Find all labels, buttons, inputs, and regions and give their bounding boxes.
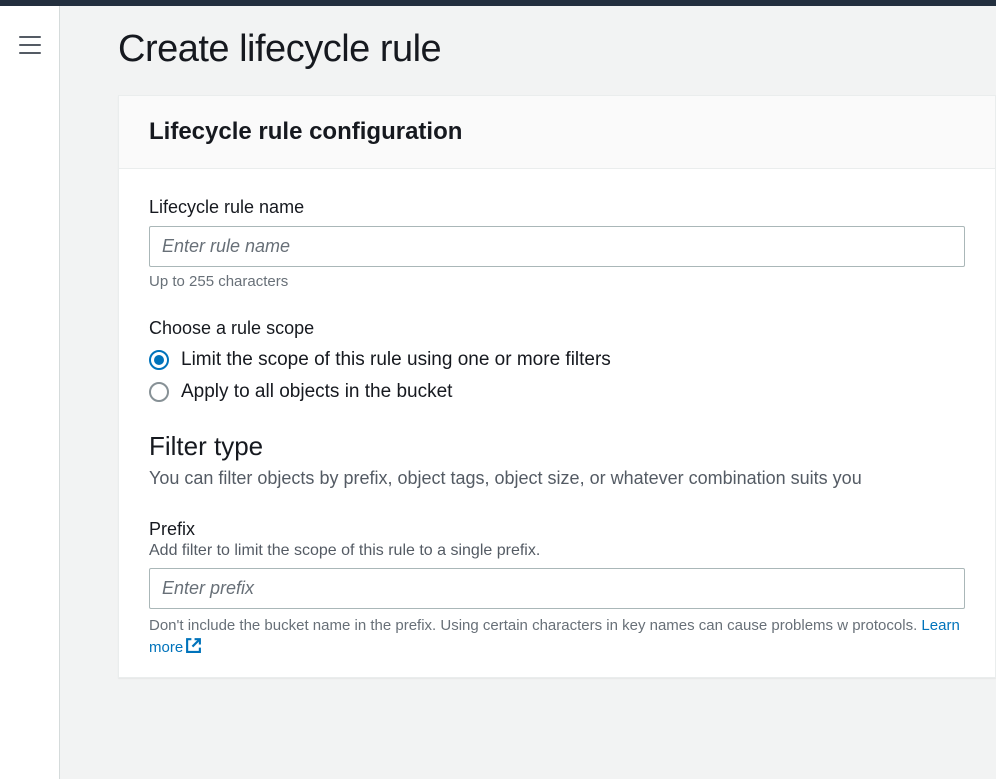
radio-icon[interactable] bbox=[149, 382, 169, 402]
menu-icon[interactable] bbox=[19, 36, 41, 54]
scope-option-label: Limit the scope of this rule using one o… bbox=[181, 349, 611, 371]
page-title: Create lifecycle rule bbox=[118, 28, 996, 71]
prefix-input[interactable] bbox=[149, 568, 965, 609]
scope-label: Choose a rule scope bbox=[149, 318, 965, 339]
prefix-label: Prefix bbox=[149, 519, 965, 540]
filter-type-section: Filter type You can filter objects by pr… bbox=[149, 431, 965, 491]
panel-header: Lifecycle rule configuration bbox=[119, 96, 995, 169]
lifecycle-config-panel: Lifecycle rule configuration Lifecycle r… bbox=[118, 95, 996, 678]
radio-icon[interactable] bbox=[149, 350, 169, 370]
rule-name-label: Lifecycle rule name bbox=[149, 197, 965, 218]
prefix-sublabel: Add filter to limit the scope of this ru… bbox=[149, 542, 965, 560]
filter-type-description: You can filter objects by prefix, object… bbox=[149, 466, 965, 491]
rule-name-constraint: Up to 255 characters bbox=[149, 273, 965, 290]
scope-option-all[interactable]: Apply to all objects in the bucket bbox=[149, 381, 965, 403]
scope-option-label: Apply to all objects in the bucket bbox=[181, 381, 452, 403]
rule-name-input[interactable] bbox=[149, 226, 965, 267]
panel-title: Lifecycle rule configuration bbox=[149, 118, 965, 146]
prefix-field-group: Prefix Add filter to limit the scope of … bbox=[149, 519, 965, 661]
filter-type-heading: Filter type bbox=[149, 431, 965, 462]
scope-field-group: Choose a rule scope Limit the scope of t… bbox=[149, 318, 965, 403]
external-link-icon bbox=[185, 637, 202, 661]
main-content: Create lifecycle rule Lifecycle rule con… bbox=[60, 6, 996, 779]
sidebar-collapsed bbox=[0, 6, 60, 779]
scope-option-limit[interactable]: Limit the scope of this rule using one o… bbox=[149, 349, 965, 371]
prefix-hint-text: Don't include the bucket name in the pre… bbox=[149, 617, 921, 634]
rule-name-field-group: Lifecycle rule name Up to 255 characters bbox=[149, 197, 965, 290]
prefix-hint: Don't include the bucket name in the pre… bbox=[149, 615, 965, 661]
